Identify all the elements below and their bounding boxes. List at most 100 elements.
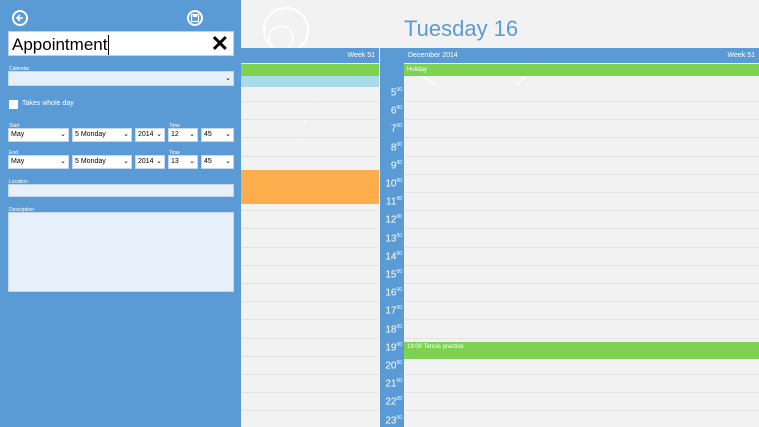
hour-row-right[interactable] [404, 231, 759, 248]
hour-label: 900 [390, 160, 402, 172]
start-day-value: 5 Monday [75, 131, 106, 138]
hour-label: 1600 [385, 287, 402, 299]
hour-row-left[interactable] [241, 140, 379, 157]
chevron-down-icon: ⌄ [156, 158, 162, 165]
hour-label: 1900 [385, 342, 402, 354]
chevron-down-icon: ⌄ [123, 131, 129, 138]
hour-label: 600 [390, 105, 402, 117]
start-minute-select[interactable]: 45 ⌄ [201, 128, 234, 142]
end-month-value: May [11, 158, 25, 165]
chevron-down-icon: ⌄ [60, 158, 66, 165]
hour-row-left[interactable] [241, 285, 379, 302]
end-hour-select[interactable]: 13 ⌄ [168, 155, 198, 169]
end-year-select[interactable]: 2014 ⌄ [135, 155, 165, 169]
hour-label: 1000 [385, 178, 402, 190]
start-year-value: 2014 [138, 131, 154, 138]
save-button[interactable] [187, 10, 203, 26]
hour-row-right[interactable] [404, 103, 759, 120]
title-field[interactable]: Appointment ✕ [8, 31, 234, 56]
tennis-event[interactable]: 19:00 Tennis practise [404, 342, 759, 359]
hour-row-right[interactable] [404, 376, 759, 393]
hour-row-left[interactable] [241, 231, 379, 248]
chevron-down-icon: ⌄ [123, 158, 129, 165]
hour-label: 2300 [385, 415, 402, 427]
start-month-value: May [11, 131, 25, 138]
back-arrow-icon [15, 14, 23, 22]
holiday-event[interactable]: Holiday [404, 64, 759, 76]
hour-row-left[interactable] [241, 413, 379, 427]
hour-row-right[interactable] [404, 140, 759, 157]
hour-row-left[interactable] [241, 267, 379, 284]
save-icon [190, 13, 200, 23]
hour-label: 500 [390, 87, 402, 99]
end-day-value: 5 Monday [75, 158, 106, 165]
hour-row-right[interactable] [404, 194, 759, 211]
month-label: December 2014 [408, 52, 458, 59]
hour-label: 1400 [385, 251, 402, 263]
chevron-down-icon: ⌄ [225, 75, 231, 82]
hour-row-left[interactable] [241, 121, 379, 138]
hour-label: 700 [390, 123, 402, 135]
hour-row-right[interactable] [404, 358, 759, 375]
hour-row-right[interactable] [404, 176, 759, 193]
start-month-select[interactable]: May ⌄ [8, 128, 69, 142]
event-bar-teal[interactable] [241, 76, 379, 87]
end-day-select[interactable]: 5 Monday ⌄ [72, 155, 132, 169]
start-day-select[interactable]: 5 Monday ⌄ [72, 128, 132, 142]
hour-row-right[interactable] [404, 303, 759, 320]
hour-row-left[interactable] [241, 85, 379, 102]
hour-row-right[interactable] [404, 413, 759, 427]
end-hour-value: 13 [171, 158, 179, 165]
hour-row-left[interactable] [241, 322, 379, 339]
hour-row-left[interactable] [241, 358, 379, 375]
hour-label: 1500 [385, 269, 402, 281]
start-minute-value: 45 [204, 131, 212, 138]
week-header-right: December 2014 Week 51 [404, 48, 759, 63]
clear-icon[interactable]: ✕ [211, 33, 229, 55]
hour-row-right[interactable] [404, 249, 759, 266]
hour-row-right[interactable] [404, 85, 759, 102]
hour-row-left[interactable] [241, 103, 379, 120]
hour-row-right[interactable] [404, 121, 759, 138]
location-input[interactable] [8, 184, 234, 197]
description-textarea[interactable] [8, 212, 234, 292]
back-button[interactable] [12, 10, 28, 26]
chevron-down-icon: ⌄ [225, 131, 231, 138]
hour-row-right[interactable] [404, 158, 759, 175]
start-year-select[interactable]: 2014 ⌄ [135, 128, 165, 142]
whole-day-label: Takes whole day [22, 100, 74, 107]
hour-label: 2100 [385, 378, 402, 390]
end-minute-value: 45 [204, 158, 212, 165]
week-header-left: Week 51 [241, 48, 379, 63]
start-hour-select[interactable]: 12 ⌄ [168, 128, 198, 142]
chevron-down-icon: ⌄ [225, 158, 231, 165]
hour-row-right[interactable] [404, 322, 759, 339]
hour-row-right[interactable] [404, 267, 759, 284]
whole-day-checkbox[interactable] [9, 100, 18, 109]
calendar-select[interactable]: ⌄ [8, 71, 234, 86]
hour-row-right[interactable] [404, 285, 759, 302]
hour-row-left[interactable] [241, 394, 379, 411]
week-number: Week 51 [727, 52, 756, 59]
end-minute-select[interactable]: 45 ⌄ [201, 155, 234, 169]
hour-row-right[interactable] [404, 394, 759, 411]
hour-label: 1800 [385, 324, 402, 336]
hour-row-left[interactable] [241, 249, 379, 266]
hour-label: 2200 [385, 396, 402, 408]
end-month-select[interactable]: May ⌄ [8, 155, 69, 169]
chevron-down-icon: ⌄ [189, 131, 195, 138]
title-input[interactable]: Appointment [12, 35, 110, 55]
appointment-panel: Appointment ✕ Calendar ⌄ Takes whole day… [0, 0, 241, 427]
appointment-preview-block[interactable] [241, 170, 379, 204]
hour-row-left[interactable] [241, 303, 379, 320]
holiday-bar-left[interactable] [241, 64, 379, 76]
hour-row-left[interactable] [241, 340, 379, 357]
hour-row-left[interactable] [241, 212, 379, 229]
chevron-down-icon: ⌄ [60, 131, 66, 138]
hour-row-left[interactable] [241, 376, 379, 393]
hour-row-right[interactable] [404, 212, 759, 229]
start-hour-value: 12 [171, 131, 179, 138]
hour-label: 800 [390, 142, 402, 154]
chevron-down-icon: ⌄ [156, 131, 162, 138]
hour-label: 2000 [385, 360, 402, 372]
